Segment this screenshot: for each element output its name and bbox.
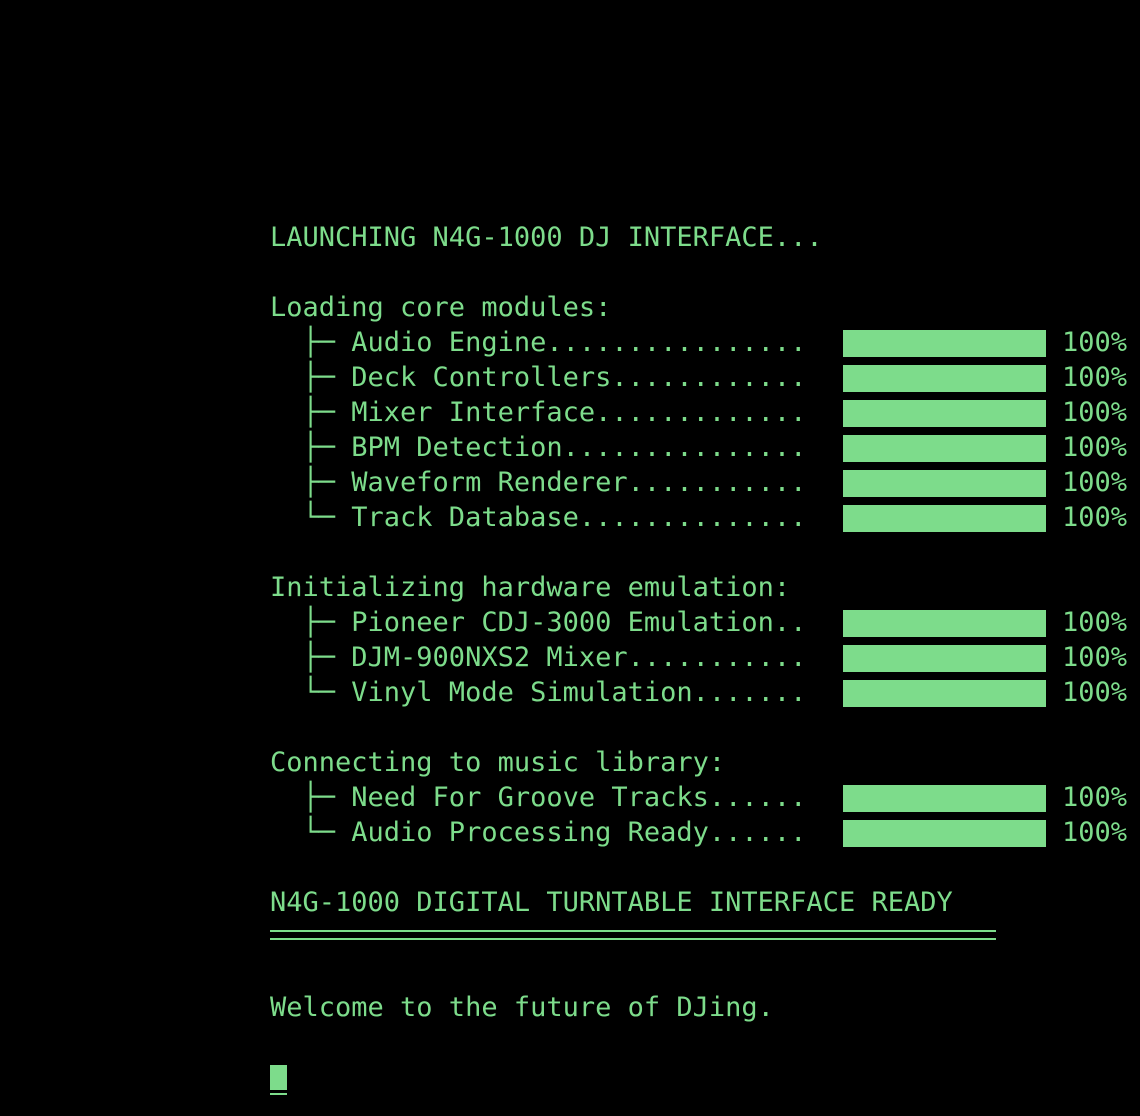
progress-percent: 100%: [1062, 362, 1128, 393]
block-cursor: [270, 1065, 287, 1090]
terminal-output: LAUNCHING N4G-1000 DJ INTERFACE... Loadi…: [270, 220, 1140, 1095]
module-label: ├─ Waveform Renderer...........: [270, 467, 807, 498]
module-label: └─ Track Database..............: [270, 502, 807, 533]
progress-bar: [843, 645, 1046, 672]
progress-percent: 100%: [1062, 502, 1128, 533]
module-label: └─ Audio Processing Ready......: [270, 817, 807, 848]
progress-bar: [843, 435, 1046, 462]
progress-bar: [843, 400, 1046, 427]
module-label: ├─ BPM Detection...............: [270, 432, 807, 463]
module-row: └─ Audio Processing Ready...... 100%: [270, 815, 1140, 850]
cursor-underline: [270, 1093, 287, 1095]
module-label: ├─ DJM-900NXS2 Mixer...........: [270, 642, 807, 673]
progress-percent: 100%: [1062, 397, 1128, 428]
welcome-line: Welcome to the future of DJing.: [270, 992, 774, 1023]
module-label: └─ Vinyl Mode Simulation.......: [270, 677, 807, 708]
progress-percent: 100%: [1062, 677, 1128, 708]
sections: Loading core modules: ├─ Audio Engine...…: [270, 290, 1140, 885]
progress-bar: [843, 820, 1046, 847]
progress-bar: [843, 365, 1046, 392]
progress-bar: [843, 470, 1046, 497]
module-row: ├─ Pioneer CDJ-3000 Emulation.. 100%: [270, 605, 1140, 640]
progress-percent: 100%: [1062, 817, 1128, 848]
progress-bar: [843, 505, 1046, 532]
progress-bar: [843, 610, 1046, 637]
module-label: ├─ Mixer Interface.............: [270, 397, 807, 428]
module-row: ├─ BPM Detection............... 100%: [270, 430, 1140, 465]
progress-bar: [843, 330, 1046, 357]
module-row: ├─ Deck Controllers............ 100%: [270, 360, 1140, 395]
module-row: ├─ Audio Engine................ 100%: [270, 325, 1140, 360]
module-row: ├─ Waveform Renderer........... 100%: [270, 465, 1140, 500]
section-heading: Initializing hardware emulation:: [270, 572, 791, 603]
module-row: ├─ DJM-900NXS2 Mixer........... 100%: [270, 640, 1140, 675]
section-heading: Loading core modules:: [270, 292, 612, 323]
progress-bar: [843, 680, 1046, 707]
module-row: └─ Track Database.............. 100%: [270, 500, 1140, 535]
module-row: └─ Vinyl Mode Simulation....... 100%: [270, 675, 1140, 710]
ready-line: N4G-1000 DIGITAL TURNTABLE INTERFACE REA…: [270, 887, 953, 918]
progress-percent: 100%: [1062, 467, 1128, 498]
progress-percent: 100%: [1062, 432, 1128, 463]
module-label: ├─ Audio Engine................: [270, 327, 807, 358]
module-label: ├─ Need For Groove Tracks......: [270, 782, 807, 813]
launch-line: LAUNCHING N4G-1000 DJ INTERFACE...: [270, 222, 823, 253]
module-label: ├─ Deck Controllers............: [270, 362, 807, 393]
module-row: ├─ Need For Groove Tracks...... 100%: [270, 780, 1140, 815]
progress-percent: 100%: [1062, 642, 1128, 673]
progress-percent: 100%: [1062, 607, 1128, 638]
progress-percent: 100%: [1062, 327, 1128, 358]
module-row: ├─ Mixer Interface............. 100%: [270, 395, 1140, 430]
double-rule-divider: [270, 920, 1140, 955]
prompt-line[interactable]: [270, 1060, 1140, 1095]
progress-bar: [843, 785, 1046, 812]
progress-percent: 100%: [1062, 782, 1128, 813]
section-heading: Connecting to music library:: [270, 747, 726, 778]
module-label: ├─ Pioneer CDJ-3000 Emulation..: [270, 607, 807, 638]
double-rule-lines: [270, 930, 996, 940]
